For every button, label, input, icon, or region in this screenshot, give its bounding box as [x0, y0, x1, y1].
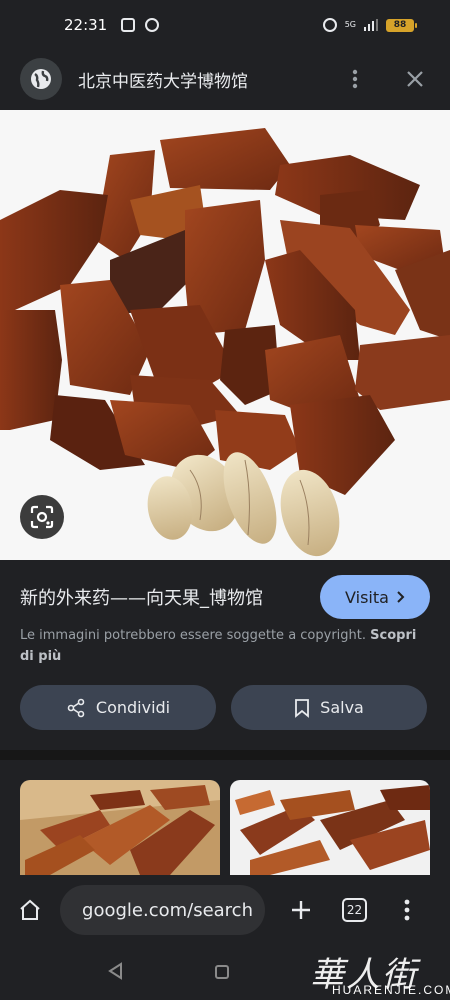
close-icon[interactable]: [400, 64, 430, 94]
status-time: 22:31: [64, 16, 108, 34]
chrome-notification-icon: [145, 18, 160, 32]
share-label: Condividi: [95, 698, 171, 717]
nav-home-button[interactable]: [215, 965, 229, 979]
new-tab-button[interactable]: [283, 892, 319, 928]
watermark-logo: 華人街 HUARENJIE.COM: [300, 945, 450, 1000]
url-text: google.com/search: [82, 899, 253, 921]
visit-label: Visita: [345, 587, 389, 607]
status-notification-icons: [121, 18, 160, 32]
home-button[interactable]: [12, 892, 48, 928]
battery-indicator: 88: [386, 18, 417, 32]
plus-icon: [292, 901, 310, 919]
alarm-icon: [322, 18, 337, 32]
more-vert-icon[interactable]: [340, 64, 370, 94]
save-button[interactable]: Salva: [231, 685, 427, 730]
home-icon: [20, 899, 40, 920]
related-image-1[interactable]: [20, 780, 220, 875]
status-bar: 22:31 5G 88: [0, 0, 450, 50]
image-viewer-header: 北京中医药大学博物馆: [0, 50, 450, 108]
related-thumb-1: [20, 780, 220, 875]
browser-toolbar: google.com/search 22: [0, 875, 450, 945]
tabs-icon[interactable]: 22: [342, 898, 367, 922]
status-right: 5G 88: [322, 18, 417, 32]
system-nav-bar: 華人街 HUARENJIE.COM: [0, 945, 450, 1000]
qr-notification-icon: [121, 18, 136, 32]
chevron-right-icon: [397, 591, 405, 603]
site-title[interactable]: 北京中医药大学博物馆: [78, 67, 248, 92]
related-thumb-2: [230, 780, 430, 875]
related-image-2[interactable]: [230, 780, 430, 875]
more-vert-icon: [404, 899, 410, 921]
result-title[interactable]: 新的外来药——向天果_博物馆: [20, 584, 263, 610]
google-lens-icon: [30, 505, 54, 529]
bookmark-icon: [295, 698, 310, 718]
address-bar[interactable]: google.com/search: [60, 885, 265, 935]
result-image[interactable]: [0, 110, 450, 560]
google-lens-button[interactable]: [20, 495, 64, 539]
back-triangle-icon[interactable]: [107, 962, 123, 980]
copyright-notice: Le immagini potrebbero essere soggette a…: [20, 625, 430, 667]
visit-button[interactable]: Visita: [320, 575, 430, 619]
globe-icon: [20, 58, 62, 100]
seed-photo: [0, 110, 450, 560]
browser-menu-button[interactable]: [397, 892, 417, 928]
watermark-latin: HUARENJIE.COM: [332, 983, 450, 997]
save-label: Salva: [320, 698, 364, 717]
share-icon: [67, 698, 85, 717]
share-button[interactable]: Condividi: [20, 685, 216, 730]
screen: 22:31 5G 88 北京中医药大学博物馆 新的外来药——向天果_博物馆 Vi…: [0, 0, 450, 1000]
section-divider: [0, 750, 450, 760]
tab-count: 22: [346, 903, 363, 917]
signal-icon: [364, 19, 378, 31]
network-indicator: 5G: [344, 20, 356, 29]
copyright-text: Le immagini potrebbero essere soggette a…: [20, 628, 367, 643]
